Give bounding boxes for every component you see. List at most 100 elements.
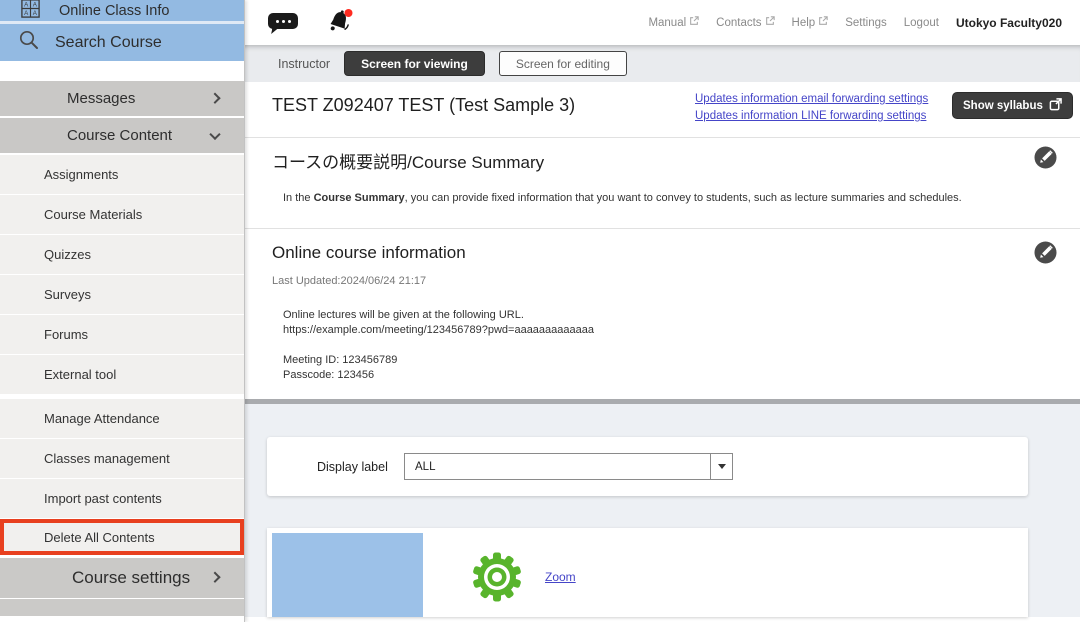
meeting-url-text: https://example.com/meeting/123456789?pw… [283, 323, 594, 338]
external-link-icon [1049, 98, 1062, 114]
course-materials-area: Display label ALL [245, 404, 1080, 617]
sidebar-item-label: Forums [44, 327, 88, 342]
button-label: Show syllabus [963, 100, 1043, 112]
svg-text:A: A [24, 10, 29, 17]
sidebar-item-label: Assignments [44, 167, 118, 182]
nav-settings-link[interactable]: Settings [845, 17, 887, 29]
sidebar-item-label: Course Content [67, 127, 172, 144]
external-link-icon [689, 16, 699, 29]
sidebar-item-classes-management[interactable]: Classes management [0, 439, 244, 478]
svg-text:A: A [24, 1, 29, 8]
view-mode-toolbar: Instructor Screen for viewing Screen for… [245, 45, 1080, 82]
zoom-meeting-link[interactable]: Zoom [545, 570, 576, 584]
sidebar-item-label: Manage Attendance [44, 411, 160, 426]
sidebar-item-quizzes[interactable]: Quizzes [0, 235, 244, 274]
role-label: Instructor [278, 57, 330, 71]
online-lecture-intro-text: Online lectures will be given at the fol… [283, 308, 524, 323]
course-summary-description: In the Course Summary, you can provide f… [283, 192, 962, 204]
course-summary-heading: コースの概要説明/Course Summary [272, 148, 544, 173]
passcode-text: Passcode: 123456 [283, 368, 374, 383]
sidebar-item-online-class-info[interactable]: A A A A Online Class Info [0, 0, 244, 24]
svg-text:A: A [33, 1, 38, 8]
line-forwarding-settings-link[interactable]: Updates information LINE forwarding sett… [695, 108, 928, 125]
nav-help-link[interactable]: Help [792, 16, 829, 29]
nav-link-label: Logout [904, 17, 939, 29]
sidebar-item-label: Online Class Info [59, 3, 169, 19]
meeting-id-text: Meeting ID: 123456789 [283, 353, 397, 368]
sidebar-item-label: Course Materials [44, 207, 142, 222]
messages-icon[interactable] [268, 13, 298, 29]
text-run: In the [283, 192, 314, 204]
sidebar-item-label: Course settings [72, 568, 190, 588]
sidebar-item-course-content[interactable]: Course Content [0, 118, 244, 153]
nav-link-label: Manual [648, 17, 686, 29]
button-label: Screen for editing [516, 57, 610, 71]
svg-text:A: A [33, 10, 38, 17]
nav-logout-link[interactable]: Logout [904, 17, 939, 29]
sidebar-item-messages[interactable]: Messages [0, 81, 244, 116]
nav-manual-link[interactable]: Manual [648, 16, 699, 29]
sidebar-item-search-course[interactable]: Search Course [0, 24, 244, 61]
search-icon [17, 28, 41, 57]
edit-online-info-pencil-icon[interactable] [1034, 241, 1057, 264]
dropdown-arrow-icon[interactable] [710, 454, 732, 479]
content-thumbnail-cell [272, 533, 423, 617]
nav-link-label: Help [792, 17, 816, 29]
sidebar: A A A A Online Class Info Search Course … [0, 0, 245, 622]
main-area: Manual Contacts Help Settings Logout U [245, 0, 1080, 622]
show-syllabus-button[interactable]: Show syllabus [952, 92, 1073, 119]
screen-for-viewing-button[interactable]: Screen for viewing [344, 51, 485, 76]
sidebar-item-delete-all-contents[interactable]: Delete All Contents [0, 519, 244, 555]
sidebar-item-manage-attendance[interactable]: Manage Attendance [0, 399, 244, 438]
external-link-icon [765, 16, 775, 29]
updates-links: Updates information email forwarding set… [695, 91, 928, 125]
lms-app: A A A A Online Class Info Search Course … [0, 0, 1080, 622]
nav-contacts-link[interactable]: Contacts [716, 16, 774, 29]
sidebar-item-label: External tool [44, 367, 116, 382]
nav-link-label: Settings [845, 17, 887, 29]
sidebar-item-surveys[interactable]: Surveys [0, 275, 244, 314]
sidebar-item-label: Classes management [44, 451, 170, 466]
divider [245, 137, 1080, 138]
sidebar-item-label: Surveys [44, 287, 91, 302]
email-forwarding-settings-link[interactable]: Updates information email forwarding set… [695, 91, 928, 108]
course-content-panel: TEST Z092407 TEST (Test Sample 3) Update… [245, 82, 1080, 404]
selected-value: ALL [405, 461, 710, 473]
chevron-right-icon [209, 92, 220, 103]
course-title: TEST Z092407 TEST (Test Sample 3) [272, 95, 575, 116]
display-label-select[interactable]: ALL [404, 453, 733, 480]
chevron-right-icon [209, 572, 220, 583]
sidebar-item-label: Import past contents [44, 491, 162, 506]
screen-for-editing-button[interactable]: Screen for editing [499, 51, 627, 76]
sidebar-footer-strip [0, 599, 244, 616]
online-course-info-heading: Online course information [272, 243, 466, 263]
header-nav: Manual Contacts Help Settings Logout U [648, 0, 1062, 45]
external-link-icon [818, 16, 828, 29]
divider [245, 228, 1080, 229]
text-run: , you can provide fixed information that… [405, 192, 962, 204]
sidebar-item-label: Messages [67, 90, 135, 107]
nav-link-label: Contacts [716, 17, 761, 29]
sidebar-item-label: Search Course [55, 34, 162, 52]
sidebar-item-label: Quizzes [44, 247, 91, 262]
sidebar-item-assignments[interactable]: Assignments [0, 155, 244, 194]
sidebar-item-course-materials[interactable]: Course Materials [0, 195, 244, 234]
sidebar-item-course-settings[interactable]: Course settings [0, 558, 244, 598]
top-bar: Manual Contacts Help Settings Logout U [245, 0, 1080, 45]
sidebar-item-label: Delete All Contents [44, 530, 155, 545]
sidebar-item-import-past-contents[interactable]: Import past contents [0, 479, 244, 518]
chevron-down-icon [209, 128, 220, 139]
user-name: Utokyo Faculty020 [956, 16, 1062, 30]
zoom-gear-icon [472, 552, 522, 602]
sidebar-spacer [0, 61, 244, 81]
display-label-card: Display label ALL [267, 437, 1028, 496]
edit-summary-pencil-icon[interactable] [1034, 146, 1057, 169]
class-grid-icon: A A A A [20, 0, 41, 24]
sidebar-item-external-tool[interactable]: External tool [0, 355, 244, 394]
display-label-text: Display label [317, 437, 388, 496]
notification-bell-icon[interactable] [323, 6, 355, 38]
sidebar-item-forums[interactable]: Forums [0, 315, 244, 354]
button-label: Screen for viewing [361, 57, 468, 71]
content-row-card: Zoom [267, 528, 1028, 617]
last-updated-text: Last Updated:2024/06/24 21:17 [272, 275, 426, 287]
